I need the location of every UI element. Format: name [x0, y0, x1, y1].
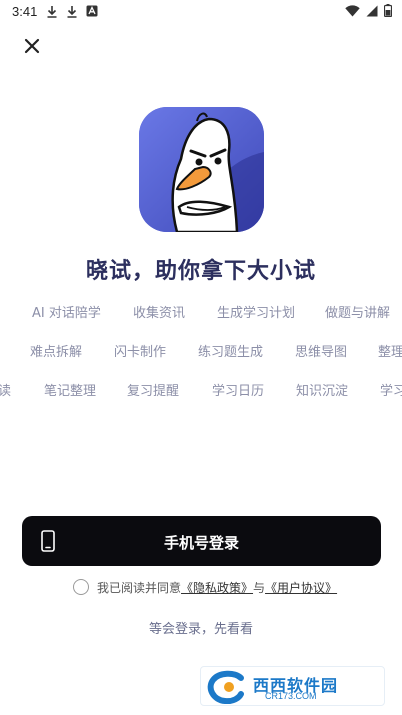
feature-tag: 收集资讯 [133, 306, 186, 321]
feature-tag: 复习提醒 [127, 384, 180, 399]
close-button[interactable] [22, 36, 42, 56]
app-logo [139, 107, 264, 232]
skip-login-link[interactable]: 等会登录，先看看 [0, 618, 402, 637]
phone-login-button[interactable]: 手机号登录 [22, 516, 381, 566]
agreement-row: 我已阅读并同意 《隐私政策》 与 《用户协议》 [73, 578, 337, 596]
feature-tag: AI 对话陪学 [32, 306, 101, 321]
close-icon [24, 38, 40, 54]
feature-tag: 思维导图 [295, 345, 348, 360]
watermark: 西西软件园 CR173.COM [200, 666, 385, 706]
signal-icon [366, 5, 378, 16]
feature-tag: 闪卡制作 [114, 345, 167, 360]
download-icon [67, 6, 77, 18]
feature-tag: 练习题生成 [198, 345, 264, 360]
download-icon [47, 6, 57, 18]
feature-tag-row: AI 对话陪学 收集资讯 生成学习计划 做题与讲解 [0, 302, 402, 324]
feature-tag: 读 [0, 384, 12, 399]
feature-tag-row: 难点拆解 闪卡制作 练习题生成 思维导图 整理 [0, 341, 402, 363]
phone-login-label: 手机号登录 [163, 534, 239, 552]
feature-tag: 学习日历 [212, 384, 265, 399]
status-time: 3:41 [12, 4, 38, 19]
wifi-icon [345, 4, 360, 16]
agreement-and-text: 与 [253, 580, 266, 595]
feature-tag: 整理 [378, 345, 402, 360]
feature-tag: 做题与讲解 [325, 306, 391, 321]
feature-tag: 笔记整理 [44, 384, 97, 399]
agreement-text: 我已阅读并同意 [97, 580, 182, 595]
feature-tag: 难点拆解 [30, 345, 83, 360]
feature-tag: 生成学习计划 [217, 306, 296, 321]
watermark-logo-icon [207, 670, 244, 704]
agreement-checkbox[interactable] [73, 579, 89, 595]
battery-icon [384, 4, 392, 17]
watermark-url: CR173.COM [265, 691, 317, 701]
user-agreement-link[interactable]: 《用户协议》 [265, 579, 337, 596]
privacy-policy-link[interactable]: 《隐私政策》 [181, 579, 253, 596]
feature-tag: 知识沉淀 [296, 384, 349, 399]
feature-tag-row: 读 笔记整理 复习提醒 学习日历 知识沉淀 学习 [0, 380, 402, 402]
duck-mascot-icon [139, 107, 264, 232]
status-bar: 3:41 [0, 0, 402, 24]
page-title: 晓试，助你拿下大小试 [85, 259, 316, 284]
notification-app-icon [86, 5, 98, 17]
feature-tag: 学习 [380, 384, 402, 399]
